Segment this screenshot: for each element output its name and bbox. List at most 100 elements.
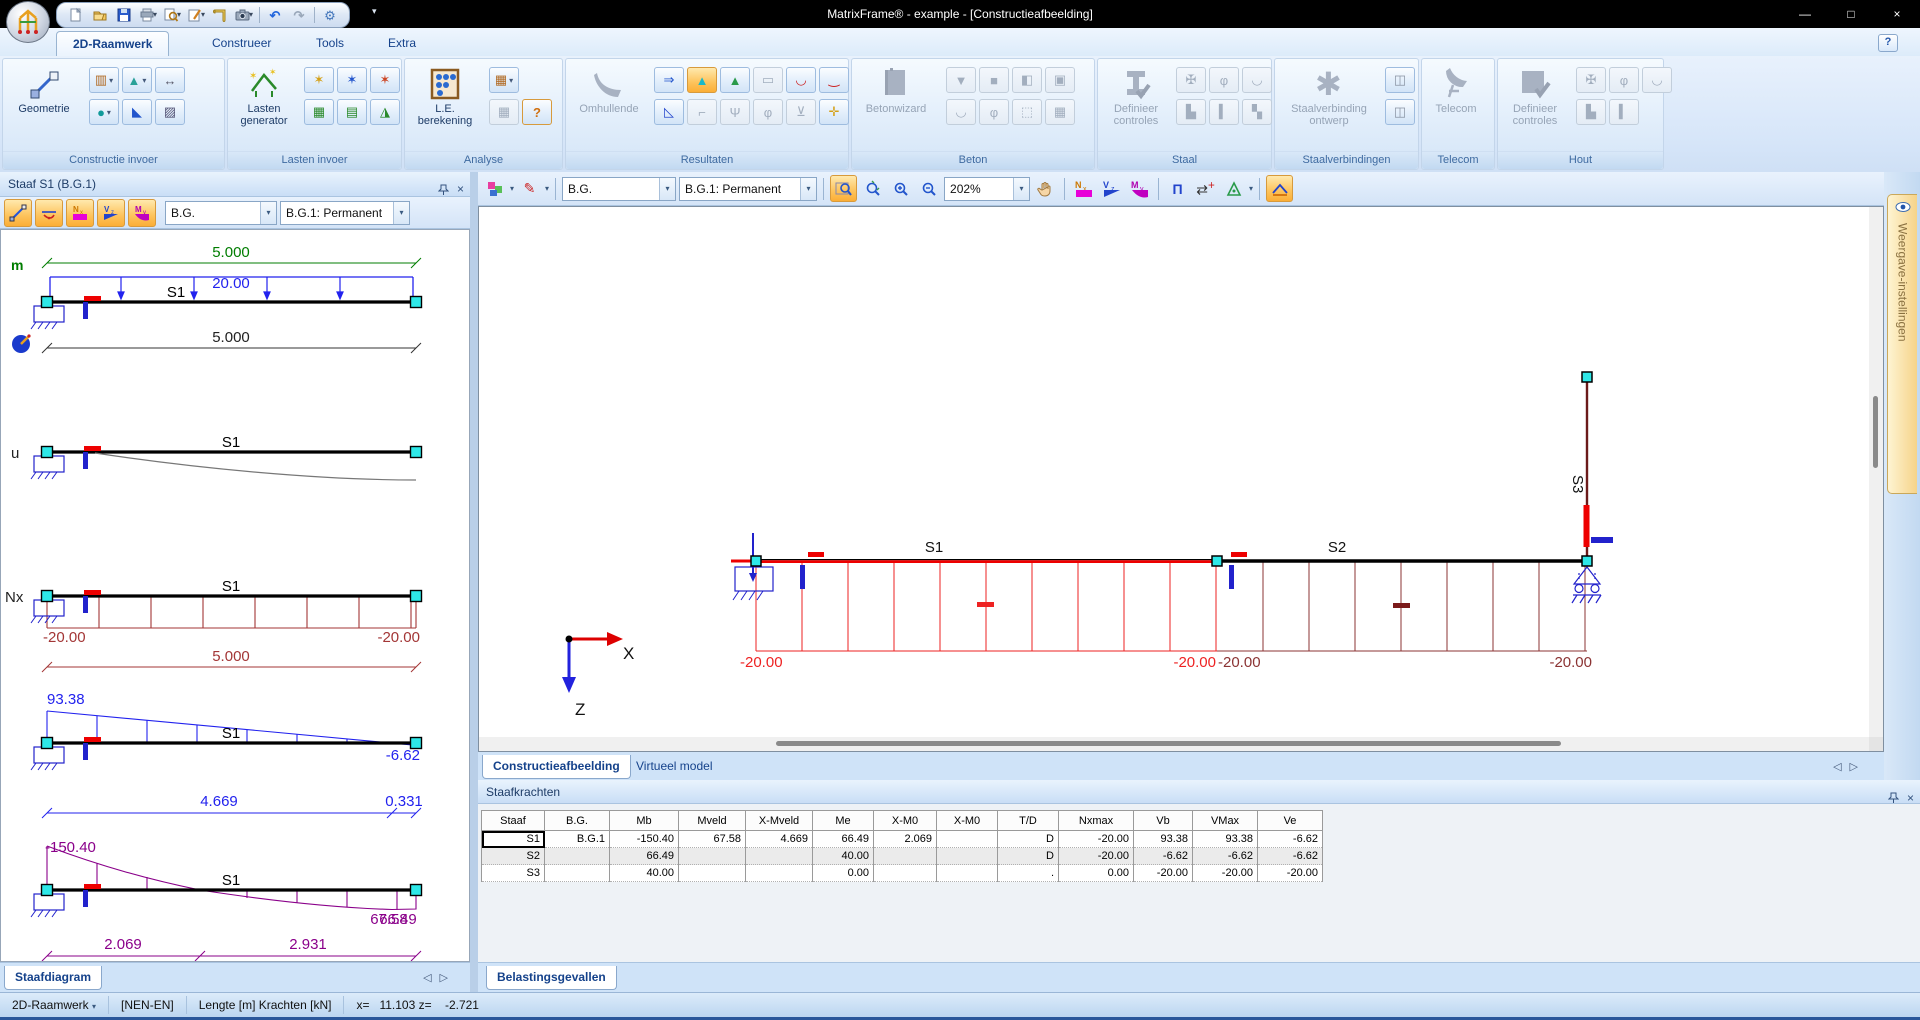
staal-uc-button[interactable]: ▙	[1176, 99, 1206, 125]
dropdown-icon[interactable]: ▾	[545, 184, 549, 193]
staal-controles-button[interactable]: Definieer controles	[1100, 63, 1172, 127]
staal-profiel-button[interactable]: ▚	[1242, 99, 1272, 125]
staafresultaat-4-button[interactable]: ⊻	[786, 99, 816, 125]
tab-belastingsgevallen[interactable]: Belastingsgevallen	[486, 966, 617, 990]
hout-knik-button[interactable]: φ	[1609, 67, 1639, 93]
vervorming-button[interactable]: ▭	[753, 67, 783, 93]
pin-icon[interactable]	[1888, 792, 1899, 804]
node-1[interactable]	[751, 556, 761, 566]
undo-icon[interactable]: ↶	[264, 5, 286, 25]
dlast-button[interactable]: ◮	[370, 99, 400, 125]
vz-weergave-button[interactable]: Vz	[97, 199, 125, 227]
beton-balk-button[interactable]: ▼	[946, 67, 976, 93]
staafkrachten-table[interactable]: StaafB.G. MbMveld X-MveldMe X-M0X-M0 T/D…	[481, 810, 1323, 882]
redo-icon[interactable]: ↷	[288, 5, 310, 25]
geometrie-weergave-button[interactable]	[4, 199, 32, 227]
moment-boven-button[interactable]: ‿	[819, 67, 849, 93]
selectie-pen-button[interactable]: ✎	[517, 176, 542, 201]
table-row[interactable]: S1B.G.1 -150.4067.58 4.66966.49 2.069 D-…	[482, 831, 1323, 848]
staal-knik-button[interactable]: φ	[1209, 67, 1239, 93]
betonwizard-button[interactable]: Betonwizard	[856, 63, 936, 115]
minimize-button[interactable]: —	[1782, 0, 1828, 28]
nx-weergave-button[interactable]: Nx	[66, 199, 94, 227]
horizontal-scrollbar[interactable]	[479, 737, 1869, 751]
herbereken-button[interactable]: ▦	[489, 99, 519, 125]
hout-grafiek-button[interactable]: ▍	[1609, 99, 1639, 125]
panel-splitter[interactable]	[470, 172, 478, 992]
hout-kip-button[interactable]: ✠	[1576, 67, 1606, 93]
rekenhulp-button[interactable]: ?	[522, 99, 552, 125]
table-row[interactable]: S2 66.49 40.00 D-20.00 -6.62-6.62 -6.62	[482, 848, 1323, 865]
status-mode[interactable]: 2D-Raamwerk ▾	[0, 996, 109, 1014]
tab-tools[interactable]: Tools	[300, 31, 360, 56]
beton-tabel-button[interactable]: ▦	[1045, 99, 1075, 125]
dropdown-icon[interactable]: ▾	[1249, 184, 1253, 193]
telecom-button[interactable]: Telecom	[1424, 63, 1488, 115]
scroll-report-icon[interactable]	[209, 5, 231, 25]
steunpunt-button[interactable]: ◣	[122, 99, 152, 125]
pin-icon[interactable]	[438, 184, 449, 196]
staafresultaat-2-button[interactable]: Ψ	[720, 99, 750, 125]
node-3[interactable]	[1582, 556, 1592, 566]
verbinding-onder-button[interactable]: ◫	[1385, 99, 1415, 125]
tab-extra[interactable]: Extra	[372, 31, 432, 56]
lasten-generator-button[interactable]: ✶✶ Lasten generator	[232, 63, 296, 127]
materiaal-button[interactable]: ▨	[155, 99, 185, 125]
my-weergave-button[interactable]: My	[128, 199, 156, 227]
staal-kip-button[interactable]: ✠	[1176, 67, 1206, 93]
settings-gear-icon[interactable]: ⚙	[319, 5, 341, 25]
beton-moment-button[interactable]: ◡	[946, 99, 976, 125]
belasting-weergave-button[interactable]	[35, 199, 63, 227]
verplaatsing-button[interactable]: ⇒	[654, 67, 684, 93]
maatlijn-button[interactable]: ↔	[155, 67, 185, 93]
waarden-button[interactable]: ⇄+	[1193, 176, 1218, 201]
panel-bg-select[interactable]: B.G.▾	[165, 201, 277, 225]
app-button[interactable]	[6, 1, 50, 43]
hout-controles-button[interactable]: Definieer controles	[1500, 63, 1570, 127]
horizontal-scrollbar-thumb[interactable]	[776, 741, 1561, 746]
tab-virtueel-model[interactable]: Virtueel model	[626, 755, 723, 777]
knoop-button[interactable]: ●▾	[89, 99, 119, 125]
geometrie-button[interactable]: Geometrie	[9, 63, 79, 115]
weergave-instellingen-tab[interactable]: Weergave-instellingen	[1887, 194, 1917, 494]
le-berekening-button[interactable]: L.E. berekening	[409, 63, 481, 127]
zoom-out-button[interactable]	[916, 176, 941, 201]
omhullende-button[interactable]: Omhullende	[570, 63, 648, 115]
save-icon[interactable]	[113, 5, 135, 25]
node-2[interactable]	[1212, 556, 1222, 566]
beton-wapening-button[interactable]: φ	[979, 99, 1009, 125]
lastwizard-1-button[interactable]: ✶	[304, 67, 334, 93]
vertical-scrollbar[interactable]	[1869, 207, 1883, 737]
dwarskracht-button[interactable]: ◺	[654, 99, 684, 125]
tab-construeer[interactable]: Construeer	[196, 31, 287, 56]
bg-select[interactable]: B.G.▾	[562, 177, 676, 201]
nx-diagram-button[interactable]: Nx	[1071, 176, 1096, 201]
hout-uc-button[interactable]: ▙	[1576, 99, 1606, 125]
beton-kolom-button[interactable]: ■	[979, 67, 1009, 93]
constructie-drawing[interactable]: X Z S1 S2 S3	[479, 207, 1869, 737]
vz-diagram-button[interactable]: Vz	[1099, 176, 1124, 201]
lokale-assen-button[interactable]	[1221, 176, 1246, 201]
table-row[interactable]: S3 40.00 0.00 .0.00 -20.00-20.00 -20.00	[482, 865, 1323, 882]
knoopresultaat-button[interactable]: ▲	[720, 67, 750, 93]
maximize-button[interactable]: □	[1828, 0, 1874, 28]
belastinggeval-select[interactable]: B.G.1: Permanent▾	[679, 177, 817, 201]
maatlijnen-button[interactable]: Π	[1165, 176, 1190, 201]
zoom-level-select[interactable]: 202%▾	[944, 177, 1030, 201]
beton-doorsnede-button[interactable]: ⬚	[1012, 99, 1042, 125]
panel-belastinggeval-select[interactable]: B.G.1: Permanent▾	[280, 201, 410, 225]
tab-scroll-arrows[interactable]: ◁▷	[1833, 760, 1866, 773]
new-file-icon[interactable]	[65, 5, 87, 25]
verbinding-boven-button[interactable]: ◫	[1385, 67, 1415, 93]
node-4[interactable]	[1582, 372, 1592, 382]
tab-2d-raamwerk[interactable]: 2D-Raamwerk	[56, 31, 169, 57]
blast-button[interactable]: ▤	[337, 99, 367, 125]
lastwizard-2-button[interactable]: ✶	[337, 67, 367, 93]
tab-staafdiagram[interactable]: Staafdiagram	[4, 966, 102, 990]
staafresultaat-1-button[interactable]: ⌐	[687, 99, 717, 125]
close-button[interactable]: ×	[1874, 0, 1920, 28]
print-preview-icon[interactable]: ▾	[161, 5, 183, 25]
snapshot-icon[interactable]: ▾	[233, 5, 255, 25]
vertical-scrollbar-thumb[interactable]	[1873, 396, 1878, 468]
print-icon[interactable]: ▾	[137, 5, 159, 25]
